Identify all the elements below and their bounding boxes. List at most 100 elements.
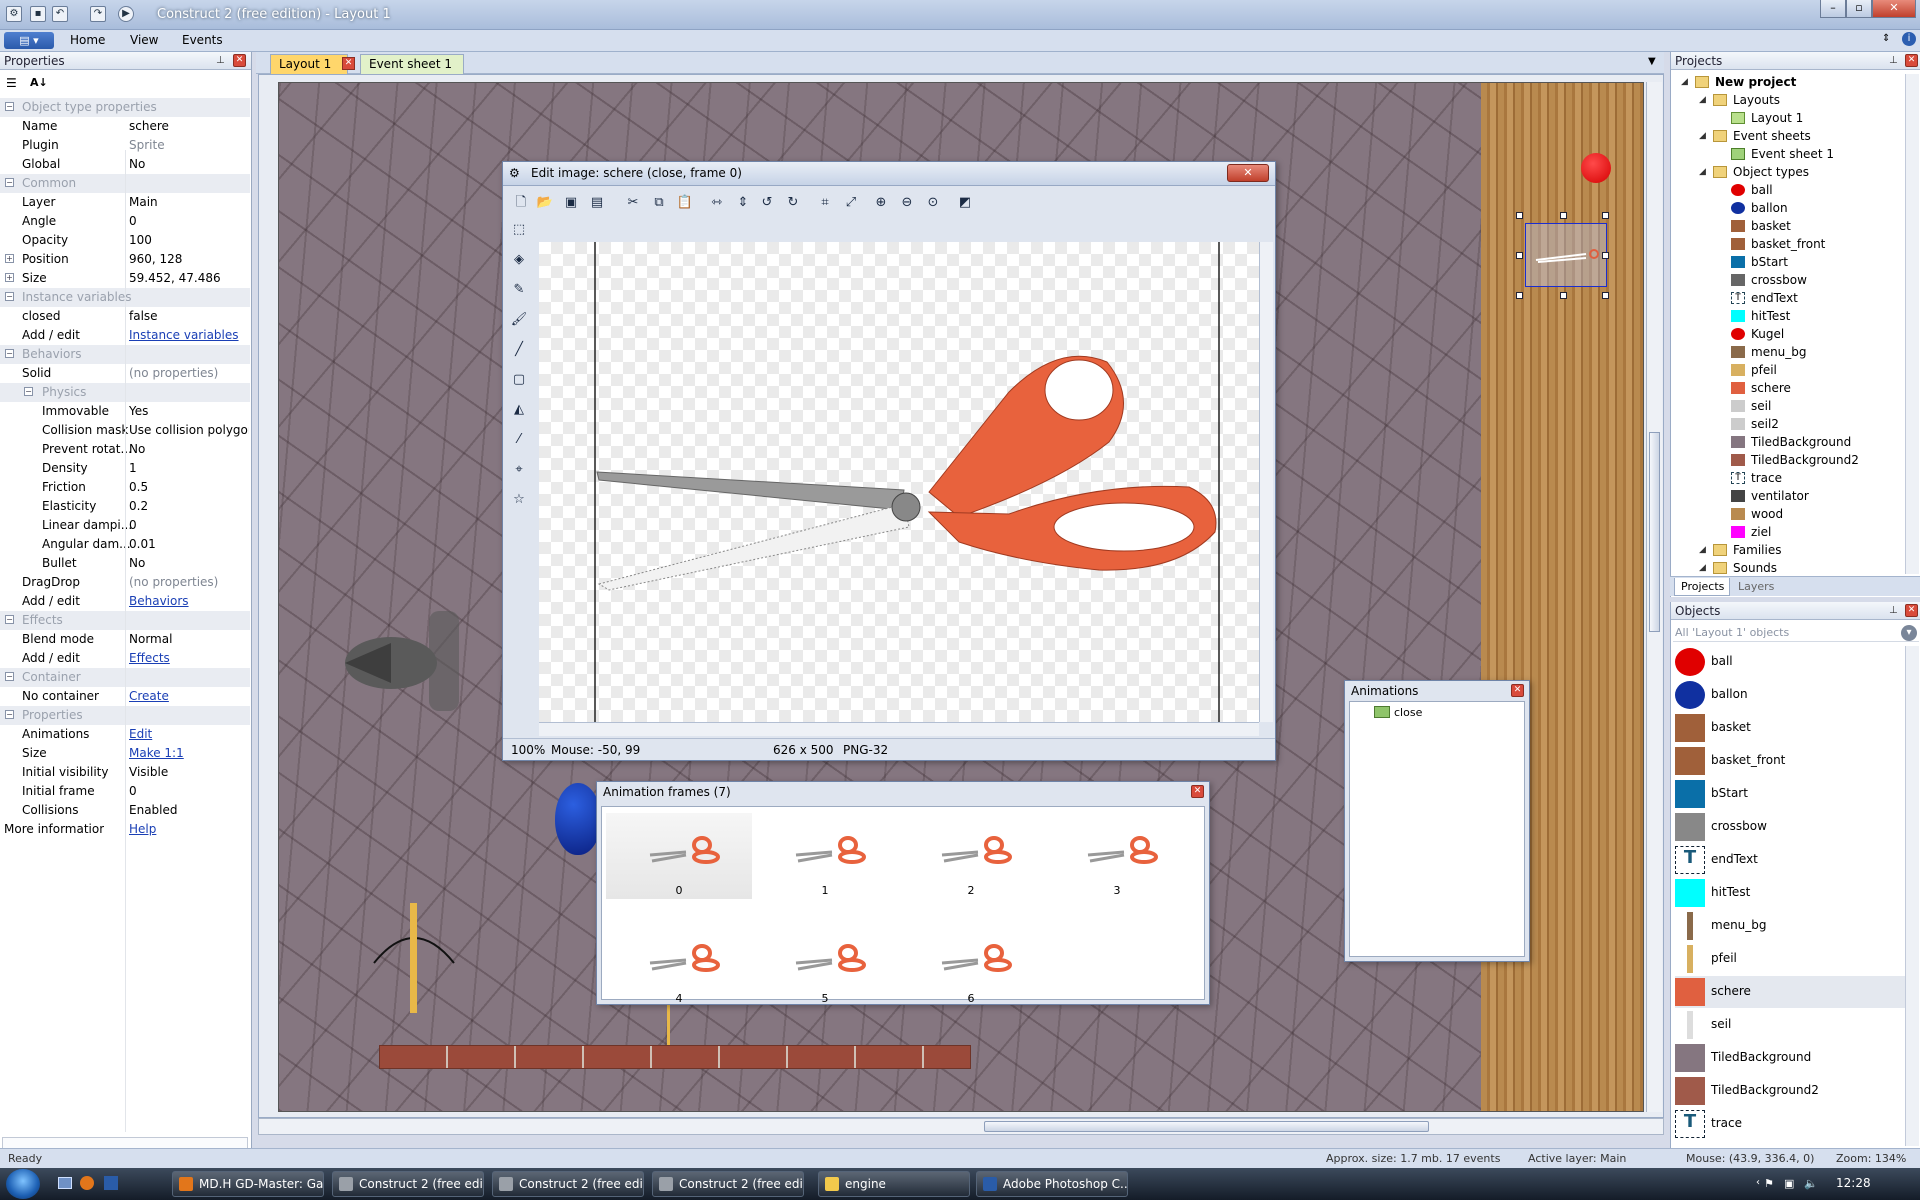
- resize-icon[interactable]: ⤢: [841, 193, 861, 213]
- pin-icon[interactable]: ⊥: [216, 55, 226, 66]
- tab-event-sheet-1[interactable]: Event sheet 1: [360, 54, 464, 74]
- collapse-toggle-icon[interactable]: −: [5, 615, 14, 624]
- image-vscrollbar[interactable]: [1259, 242, 1273, 722]
- tab-events[interactable]: Events: [182, 33, 223, 47]
- tab-projects[interactable]: Projects: [1674, 578, 1730, 596]
- ball-object[interactable]: [1581, 153, 1611, 183]
- line-icon[interactable]: ╱: [509, 340, 529, 360]
- save-as-icon[interactable]: ▤: [587, 193, 607, 213]
- property-value[interactable]: 0.01: [129, 537, 249, 551]
- pin-icon[interactable]: ⊥: [1889, 605, 1899, 616]
- origin-icon[interactable]: ⌖: [509, 460, 529, 480]
- save-icon[interactable]: ▪: [30, 6, 46, 22]
- collapse-toggle-icon[interactable]: −: [5, 710, 14, 719]
- tree-item[interactable]: schere: [1671, 380, 1903, 398]
- object-item[interactable]: basket: [1675, 712, 1905, 744]
- flag-icon[interactable]: ⚑: [1764, 1177, 1774, 1190]
- zoom-reset-icon[interactable]: ⊙: [923, 193, 943, 213]
- tree-item[interactable]: bStart: [1671, 254, 1903, 272]
- close-animations-button[interactable]: ✕: [1511, 684, 1524, 697]
- property-value[interactable]: Enabled: [129, 803, 249, 817]
- property-value[interactable]: schere: [129, 119, 249, 133]
- tree-item[interactable]: seil: [1671, 398, 1903, 416]
- taskbar-button[interactable]: Construct 2 (free edi...: [652, 1171, 804, 1197]
- network-icon[interactable]: ▣: [1784, 1177, 1794, 1190]
- expand-arrow-icon[interactable]: ◢: [1699, 132, 1708, 141]
- tree-item[interactable]: ◢ Families: [1671, 542, 1903, 560]
- flip-horizontal-icon[interactable]: ⇿: [707, 193, 727, 213]
- property-value[interactable]: 1: [129, 461, 249, 475]
- resize-handle[interactable]: [1516, 252, 1523, 259]
- object-item[interactable]: pfeil: [1675, 943, 1905, 975]
- open-icon[interactable]: 📂: [535, 193, 555, 213]
- close-panel-button[interactable]: ✕: [233, 54, 246, 67]
- tree-item[interactable]: basket_front: [1671, 236, 1903, 254]
- ballon-object[interactable]: [555, 783, 601, 855]
- minimize-button[interactable]: –: [1820, 0, 1846, 18]
- help-icon[interactable]: i: [1902, 32, 1916, 46]
- edit-image-titlebar[interactable]: ⚙ Edit image: schere (close, frame 0) ✕: [503, 162, 1275, 186]
- tree-item[interactable]: basket: [1671, 218, 1903, 236]
- file-menu-button[interactable]: ▤ ▾: [4, 32, 54, 49]
- animation-frame[interactable]: 2: [898, 813, 1044, 899]
- close-objects-button[interactable]: ✕: [1905, 604, 1918, 617]
- expand-arrow-icon[interactable]: ◢: [1681, 78, 1690, 87]
- property-value[interactable]: 100: [129, 233, 249, 247]
- object-item[interactable]: TiledBackground: [1675, 1042, 1905, 1074]
- close-tab-icon[interactable]: ✕: [342, 57, 355, 70]
- property-value[interactable]: No: [129, 157, 249, 171]
- property-value[interactable]: Use collision polygon: [129, 423, 249, 437]
- rect-select-icon[interactable]: ⬚: [509, 220, 529, 240]
- brush-icon[interactable]: 🖌: [509, 310, 529, 330]
- close-window-button[interactable]: ✕: [1872, 0, 1916, 18]
- object-item[interactable]: Ttrace: [1675, 1108, 1905, 1140]
- property-value[interactable]: (no properties): [129, 575, 249, 589]
- collapse-toggle-icon[interactable]: −: [5, 349, 14, 358]
- tree-item[interactable]: TendText: [1671, 290, 1903, 308]
- object-item[interactable]: schere: [1675, 976, 1905, 1008]
- property-value[interactable]: Visible: [129, 765, 249, 779]
- property-value[interactable]: No: [129, 442, 249, 456]
- resize-handle[interactable]: [1516, 212, 1523, 219]
- property-link[interactable]: Create: [129, 689, 249, 703]
- resize-handle[interactable]: [1602, 212, 1609, 219]
- property-row[interactable]: Name schere: [0, 117, 250, 136]
- taskbar-button[interactable]: MD.H GD-Master: Ga...: [172, 1171, 324, 1197]
- collapse-toggle-icon[interactable]: −: [5, 178, 14, 187]
- tree-item[interactable]: ballon: [1671, 200, 1903, 218]
- expand-arrow-icon[interactable]: ◢: [1699, 564, 1708, 573]
- objects-scrollbar[interactable]: [1905, 646, 1919, 1146]
- image-hscrollbar[interactable]: [539, 722, 1259, 736]
- pin-icon[interactable]: ⊥: [1889, 55, 1899, 66]
- object-item[interactable]: seil: [1675, 1009, 1905, 1041]
- projects-scrollbar[interactable]: [1905, 74, 1919, 574]
- close-dialog-button[interactable]: ✕: [1227, 164, 1269, 182]
- apply-to-frames-icon[interactable]: ◩: [955, 193, 975, 213]
- tree-item[interactable]: Event sheet 1: [1671, 146, 1903, 164]
- object-item[interactable]: bStart: [1675, 778, 1905, 810]
- new-image-icon[interactable]: 🗋: [511, 193, 531, 213]
- tray-chevron-icon[interactable]: ‹: [1756, 1177, 1760, 1188]
- cut-icon[interactable]: ✂: [623, 193, 643, 213]
- paste-icon[interactable]: 📋: [675, 193, 695, 213]
- property-link[interactable]: Help: [129, 822, 249, 836]
- property-value[interactable]: 0: [129, 784, 249, 798]
- animation-frame[interactable]: 4: [606, 921, 752, 1007]
- collapse-toggle-icon[interactable]: −: [5, 102, 14, 111]
- redo-icon[interactable]: ↷: [90, 6, 106, 22]
- property-link[interactable]: Edit: [129, 727, 249, 741]
- expand-arrow-icon[interactable]: ◢: [1699, 168, 1708, 177]
- collapse-toggle-icon[interactable]: −: [5, 672, 14, 681]
- tree-item[interactable]: wood: [1671, 506, 1903, 524]
- tree-item[interactable]: ventilator: [1671, 488, 1903, 506]
- pencil-icon[interactable]: ✎: [509, 280, 529, 300]
- tab-layout-1[interactable]: Layout 1: [270, 54, 348, 74]
- rotate-cw-icon[interactable]: ↻: [783, 193, 803, 213]
- collapse-toggle-icon[interactable]: −: [5, 292, 14, 301]
- ribbon-collapse-icon[interactable]: ⇕: [1882, 33, 1890, 44]
- resize-handle[interactable]: [1560, 292, 1567, 299]
- animation-frame[interactable]: 6: [898, 921, 1044, 1007]
- property-value[interactable]: 960, 128: [129, 252, 249, 266]
- property-value[interactable]: Main: [129, 195, 249, 209]
- brick-platform[interactable]: [379, 1045, 971, 1069]
